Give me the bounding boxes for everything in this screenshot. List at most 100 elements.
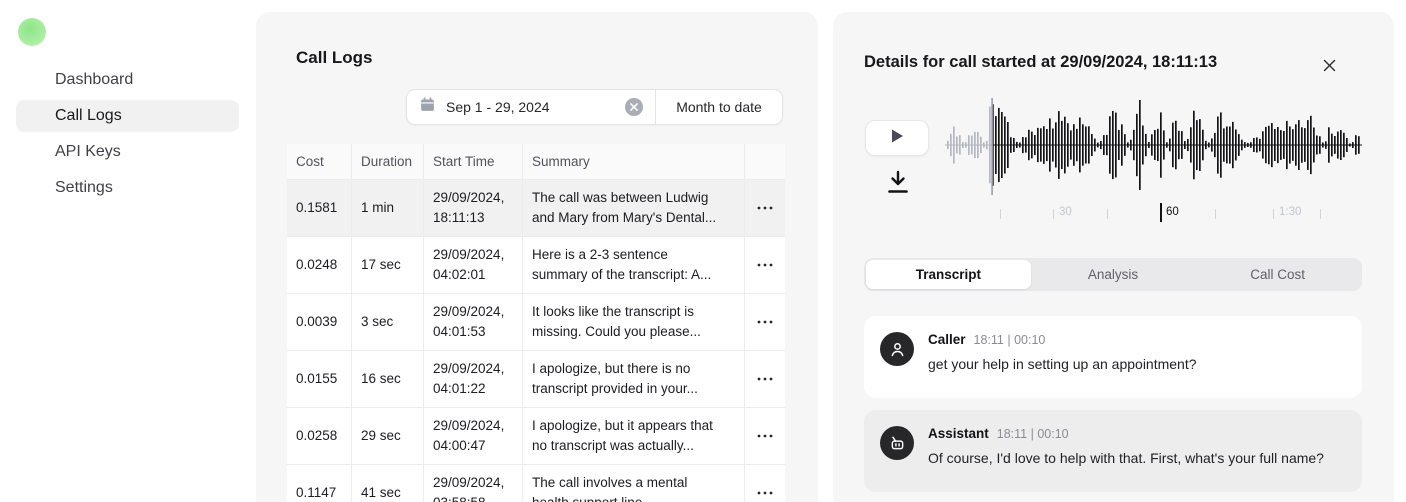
cell-cost: 0.0155 — [296, 369, 342, 389]
message-role: Caller — [928, 332, 966, 347]
cell-duration: 17 sec — [361, 255, 414, 275]
cell-summary: I apologize, but there is notranscript p… — [523, 351, 745, 407]
gear-icon — [25, 179, 43, 197]
sidebar-item-dashboard[interactable]: Dashboard — [16, 64, 239, 96]
call-logs-table: Cost Duration Start Time Summary 0.1581 … — [287, 144, 785, 502]
details-title: Details for call started at 29/09/2024, … — [864, 53, 1217, 72]
table-row[interactable]: 0.0039 3 sec 29/09/2024,04:01:53 It look… — [287, 294, 785, 351]
cell-summary: The call involves a mentalhealth support… — [523, 465, 745, 502]
row-menu-button[interactable] — [752, 197, 778, 219]
download-button[interactable] — [886, 169, 910, 195]
cell-cost: 0.1581 — [296, 198, 342, 218]
call-logs-icon — [25, 107, 43, 125]
message-text: get your help in setting up an appointme… — [928, 356, 1346, 372]
table-row[interactable]: 0.0155 16 sec 29/09/2024,04:01:22 I apol… — [287, 351, 785, 408]
calendar-icon — [419, 96, 436, 118]
timeline-tick — [1000, 209, 1001, 219]
row-menu-button[interactable] — [752, 482, 778, 502]
table-row[interactable]: 0.1581 1 min 29/09/2024,18:11:13 The cal… — [287, 180, 785, 237]
transcript-message: Caller 18:11 | 00:10 get your help in se… — [864, 316, 1362, 398]
audio-timeline[interactable]: 30 60 1:30 — [945, 201, 1362, 227]
message-timestamp: 18:11 | 00:10 — [974, 333, 1046, 347]
date-range-value: Sep 1 - 29, 2024 — [446, 99, 615, 115]
timeline-label: 1:30 — [1279, 206, 1301, 218]
timeline-tick — [1215, 209, 1216, 219]
play-button[interactable] — [865, 120, 929, 156]
cell-duration: 3 sec — [361, 312, 414, 332]
robot-icon — [880, 426, 914, 460]
cell-summary: It looks like the transcript ismissing. … — [523, 294, 745, 350]
table-row[interactable]: 0.0248 17 sec 29/09/2024,04:02:01 Here i… — [287, 237, 785, 294]
cell-start-time: 29/09/2024,04:01:53 — [424, 294, 523, 350]
close-icon[interactable] — [1318, 54, 1340, 76]
timeline-label: 60 — [1166, 206, 1179, 218]
col-header-actions — [745, 144, 785, 179]
col-header-start-time: Start Time — [424, 144, 523, 179]
timeline-tick — [1107, 209, 1108, 219]
call-details-panel: Details for call started at 29/09/2024, … — [833, 12, 1394, 502]
user-avatar[interactable] — [18, 18, 46, 46]
sidebar-item-api-keys[interactable]: API Keys — [16, 136, 239, 168]
cell-start-time: 29/09/2024,18:11:13 — [424, 180, 523, 236]
timeline-tick — [1053, 209, 1054, 219]
col-header-cost: Cost — [287, 144, 352, 179]
cell-duration: 29 sec — [361, 426, 414, 446]
row-menu-button[interactable] — [752, 254, 778, 276]
tab-analysis[interactable]: Analysis — [1031, 260, 1196, 289]
cell-cost: 0.1147 — [296, 483, 342, 502]
sidebar-item-label: API Keys — [55, 143, 121, 161]
month-to-date-button[interactable]: Month to date — [656, 90, 782, 124]
sidebar-nav: Dashboard Call Logs API Keys Settings — [0, 60, 255, 208]
transcript-messages: Caller 18:11 | 00:10 get your help in se… — [864, 316, 1362, 502]
app-window: Dashboard Call Logs API Keys Settings Ca… — [0, 0, 1406, 502]
timeline-tick — [1273, 209, 1274, 219]
row-menu-button[interactable] — [752, 368, 778, 390]
tab-label: Transcript — [916, 267, 981, 282]
cell-duration: 41 sec — [361, 483, 414, 502]
cell-duration: 16 sec — [361, 369, 414, 389]
cell-start-time: 29/09/2024,04:00:47 — [424, 408, 523, 464]
dashboard-icon — [25, 71, 43, 89]
download-icon — [886, 182, 910, 199]
tab-label: Analysis — [1088, 267, 1138, 282]
transcript-message: Assistant 18:11 | 00:10 Of course, I'd l… — [864, 410, 1362, 492]
cell-cost: 0.0248 — [296, 255, 342, 275]
cell-start-time: 29/09/2024,04:02:01 — [424, 237, 523, 293]
key-icon — [25, 143, 43, 161]
cell-summary: Here is a 2-3 sentencesummary of the tra… — [523, 237, 745, 293]
table-row[interactable]: 0.1147 41 sec 29/09/2024,03:58:58 The ca… — [287, 465, 785, 502]
call-logs-panel: Call Logs Sep 1 - 29, 2024 Month to da — [256, 12, 818, 502]
call-logs-title: Call Logs — [296, 48, 373, 68]
col-header-duration: Duration — [352, 144, 424, 179]
timeline-label: 30 — [1059, 206, 1072, 218]
clear-date-button[interactable] — [625, 98, 643, 116]
sidebar-item-call-logs[interactable]: Call Logs — [16, 100, 239, 132]
tab-call-cost[interactable]: Call Cost — [1195, 260, 1360, 289]
row-menu-button[interactable] — [752, 311, 778, 333]
cell-summary: The call was between Ludwigand Mary from… — [523, 180, 745, 236]
date-range-picker[interactable]: Sep 1 - 29, 2024 — [407, 90, 655, 124]
timeline-tick — [1320, 209, 1321, 219]
sidebar-item-label: Call Logs — [55, 107, 122, 125]
cell-start-time: 29/09/2024,03:58:58 — [424, 465, 523, 502]
table-header: Cost Duration Start Time Summary — [287, 144, 785, 180]
cell-cost: 0.0258 — [296, 426, 342, 446]
cell-summary: I apologize, but it appears thatno trans… — [523, 408, 745, 464]
sidebar-item-settings[interactable]: Settings — [16, 172, 239, 204]
tab-transcript[interactable]: Transcript — [866, 260, 1031, 289]
message-timestamp: 18:11 | 00:10 — [997, 427, 1069, 441]
audio-waveform[interactable] — [945, 98, 1362, 198]
row-menu-button[interactable] — [752, 425, 778, 447]
person-icon — [880, 332, 914, 366]
cell-cost: 0.0039 — [296, 312, 342, 332]
play-icon — [887, 126, 907, 151]
cell-duration: 1 min — [361, 198, 414, 218]
col-header-summary: Summary — [523, 144, 745, 179]
table-row[interactable]: 0.0258 29 sec 29/09/2024,04:00:47 I apol… — [287, 408, 785, 465]
message-text: Of course, I'd love to help with that. F… — [928, 450, 1346, 466]
message-role: Assistant — [928, 426, 989, 441]
details-tabs: Transcript Analysis Call Cost — [864, 258, 1362, 291]
sidebar-item-label: Settings — [55, 179, 113, 197]
table-body: 0.1581 1 min 29/09/2024,18:11:13 The cal… — [287, 180, 785, 502]
sidebar-item-label: Dashboard — [55, 71, 133, 89]
